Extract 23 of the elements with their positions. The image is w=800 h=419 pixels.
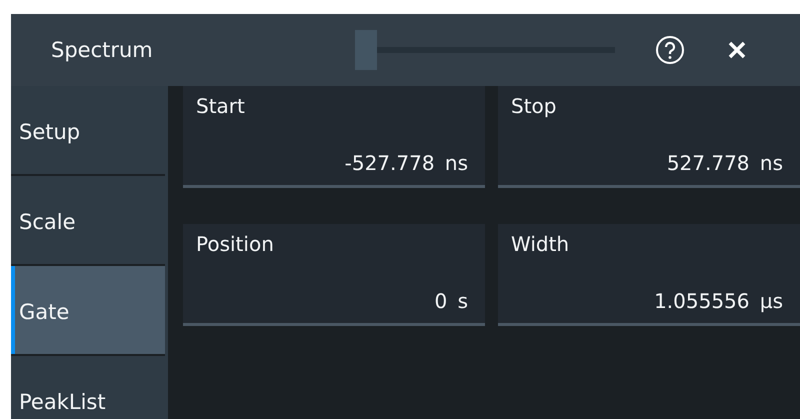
slider-thumb[interactable] [355, 30, 377, 70]
sidebar-tab[interactable]: Scale [11, 176, 165, 264]
close-icon [727, 40, 747, 60]
close-button[interactable] [727, 40, 747, 60]
field-label: Stop [511, 94, 558, 118]
help-button[interactable] [655, 35, 685, 65]
sidebar-tab[interactable]: Setup [11, 86, 165, 174]
field-value: 0 s [434, 289, 468, 313]
field-label: Width [511, 232, 570, 256]
value-field[interactable]: Stop 527.778 ns [498, 86, 800, 188]
field-value: 527.778 ns [666, 151, 783, 175]
value-field[interactable]: Position 0 s [183, 224, 485, 326]
field-value: 1.055556 µs [654, 289, 783, 313]
field-value: -527.778 ns [344, 151, 468, 175]
slider[interactable] [355, 30, 615, 70]
sidebar-tab[interactable]: PeakList [11, 356, 165, 419]
value-field[interactable]: Width 1.055556 µs [498, 224, 800, 326]
field-label: Position [196, 232, 275, 256]
window-title: Spectrum [51, 38, 154, 62]
field-label: Start [196, 94, 246, 118]
help-icon [655, 35, 685, 65]
value-field[interactable]: Start -527.778 ns [183, 86, 485, 188]
sidebar-tab[interactable]: Gate [11, 266, 165, 354]
